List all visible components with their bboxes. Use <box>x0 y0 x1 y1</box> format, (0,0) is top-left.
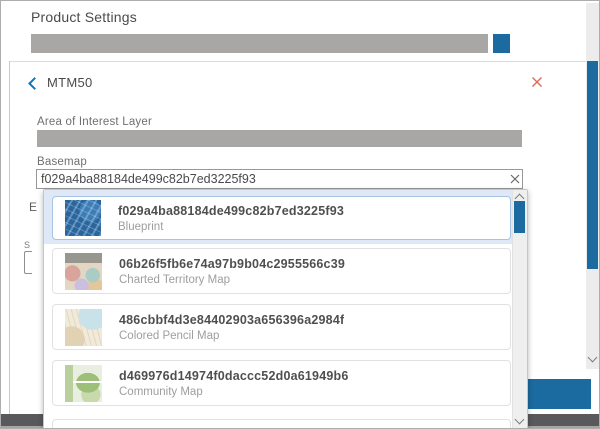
close-icon[interactable] <box>530 75 544 89</box>
option-id: f029a4ba88184de499c82b7ed3225f93 <box>118 204 344 218</box>
colored-pencil-thumbnail <box>65 309 102 346</box>
option-text: d469976d14974f0daccc52d0a61949b6 Communi… <box>119 369 349 398</box>
basemap-input[interactable] <box>36 169 523 189</box>
back-link[interactable]: MTM50 <box>30 75 93 90</box>
dropdown-scrollbar-thumb[interactable] <box>514 201 525 233</box>
basemap-option-charted-territory[interactable]: 06b26f5fb6e74a97b9b04c2955566c39 Charted… <box>52 248 511 294</box>
option-id: d469976d14974f0daccc52d0a61949b6 <box>119 369 349 383</box>
basemap-label: Basemap <box>37 156 87 168</box>
back-link-label: MTM50 <box>47 75 93 90</box>
option-name: Charted Territory Map <box>119 274 345 286</box>
basemap-option-colored-pencil[interactable]: 486cbbf4d3e84402903a656396a2984f Colored… <box>52 304 511 350</box>
scroll-down-icon[interactable] <box>588 353 598 363</box>
option-text: 06b26f5fb6e74a97b9b04c2955566c39 Charted… <box>119 257 345 286</box>
scroll-down-icon[interactable] <box>515 415 525 425</box>
basemap-dropdown: f029a4ba88184de499c82b7ed3225f93 Bluepri… <box>43 189 528 429</box>
blueprint-thumbnail <box>65 200 101 236</box>
option-name: Community Map <box>119 386 349 398</box>
window-scrollbar[interactable] <box>586 3 599 369</box>
option-id: 486cbbf4d3e84402903a656396a2984f <box>119 313 344 327</box>
basemap-option-blueprint[interactable]: f029a4ba88184de499c82b7ed3225f93 Bluepri… <box>52 196 511 240</box>
option-id: 06b26f5fb6e74a97b9b04c2955566c39 <box>119 257 345 271</box>
option-name: Colored Pencil Map <box>119 330 344 342</box>
panel-top-divider <box>9 61 586 62</box>
product-settings-window: Product Settings MTM50 Area of Interest … <box>0 0 600 429</box>
header-accent-square <box>493 34 510 53</box>
option-text: 486cbbf4d3e84402903a656396a2984f Colored… <box>119 313 344 342</box>
basemap-option-partial[interactable] <box>52 419 511 429</box>
area-of-interest-select[interactable] <box>37 130 522 147</box>
community-thumbnail <box>65 365 102 402</box>
obscured-checkbox[interactable] <box>24 251 32 274</box>
window-scrollbar-thumb[interactable] <box>587 61 598 269</box>
basemap-option-community[interactable]: d469976d14974f0daccc52d0a61949b6 Communi… <box>52 360 511 406</box>
area-of-interest-label: Area of Interest Layer <box>37 116 152 128</box>
chevron-left-icon <box>28 77 41 90</box>
charted-territory-thumbnail <box>65 253 102 290</box>
redacted-header-bar <box>31 34 488 53</box>
page-title: Product Settings <box>31 9 137 25</box>
option-name: Blueprint <box>118 221 344 233</box>
panel-left-divider <box>9 61 10 414</box>
clear-input-icon[interactable] <box>509 173 521 185</box>
option-text: f029a4ba88184de499c82b7ed3225f93 Bluepri… <box>118 204 344 233</box>
obscured-field-label-s: S <box>24 240 30 250</box>
obscured-field-label-e: E <box>29 200 37 214</box>
dropdown-scrollbar[interactable] <box>512 190 527 429</box>
